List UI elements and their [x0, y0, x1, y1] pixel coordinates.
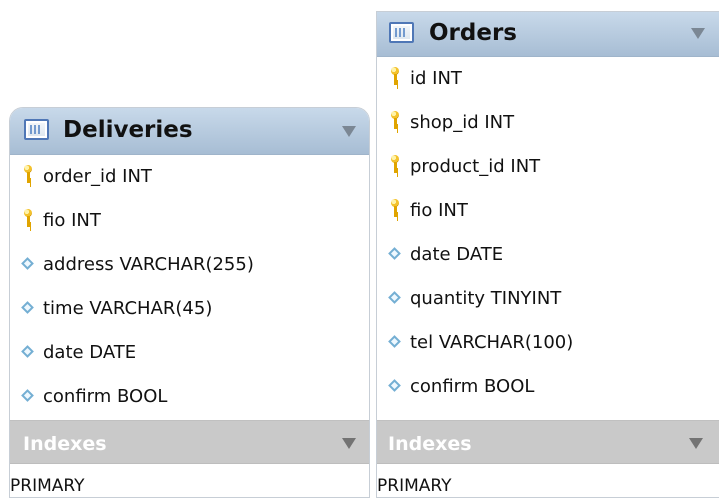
column-row[interactable]: address VARCHAR(255) [10, 243, 369, 287]
column-label: quantity TINYINT [410, 288, 562, 309]
column-row[interactable]: quantity TINYINT [377, 277, 719, 321]
column-label: confirm BOOL [410, 376, 535, 397]
column-label: id INT [410, 68, 462, 89]
index-name: PRIMARY [377, 476, 452, 496]
column-row[interactable]: id INT [377, 57, 719, 101]
orders-table[interactable]: Orders id INT shop_id INT product_id INT… [376, 11, 719, 498]
orders-table-title: Orders [429, 20, 517, 46]
column-row[interactable]: confirm BOOL [377, 365, 719, 409]
deliveries-column-list: order_id INT fio INT address VARCHAR(255… [10, 155, 369, 419]
column-label: address VARCHAR(255) [43, 254, 254, 275]
collapse-arrow-icon[interactable] [342, 126, 356, 137]
index-name: PRIMARY [10, 476, 85, 496]
column-label: time VARCHAR(45) [43, 298, 213, 319]
primary-key-icon [391, 199, 399, 222]
primary-key-icon [24, 209, 32, 232]
primary-key-icon [391, 155, 399, 178]
table-icon [389, 22, 414, 43]
column-row[interactable]: date DATE [377, 233, 719, 277]
deliveries-table-title: Deliveries [63, 117, 193, 143]
diamond-column-icon [21, 345, 34, 358]
deliveries-table[interactable]: Deliveries order_id INT fio INT address … [9, 107, 370, 498]
orders-indexes-header[interactable]: Indexes [377, 420, 719, 464]
indexes-label: Indexes [23, 433, 107, 455]
column-label: fio INT [410, 200, 468, 221]
primary-key-icon [24, 165, 32, 188]
column-label: fio INT [43, 210, 101, 231]
diamond-column-icon [388, 379, 401, 392]
collapse-arrow-icon[interactable] [689, 438, 703, 449]
deliveries-table-header[interactable]: Deliveries [10, 108, 369, 155]
column-row[interactable]: order_id INT [10, 155, 369, 199]
column-row[interactable]: fio INT [377, 189, 719, 233]
orders-column-list: id INT shop_id INT product_id INT fio IN… [377, 57, 719, 409]
deliveries-indexes-header[interactable]: Indexes [10, 420, 369, 464]
collapse-arrow-icon[interactable] [342, 438, 356, 449]
column-row[interactable]: fio INT [10, 199, 369, 243]
table-icon [24, 119, 49, 140]
diamond-column-icon [21, 257, 34, 270]
column-row[interactable]: confirm BOOL [10, 375, 369, 419]
diamond-column-icon [388, 335, 401, 348]
column-label: date DATE [410, 244, 504, 265]
column-row[interactable]: time VARCHAR(45) [10, 287, 369, 331]
diamond-column-icon [388, 247, 401, 260]
diamond-column-icon [388, 291, 401, 304]
orders-table-header[interactable]: Orders [377, 12, 719, 57]
collapse-arrow-icon[interactable] [691, 28, 705, 39]
index-row[interactable]: PRIMARY [10, 464, 369, 497]
column-label: confirm BOOL [43, 386, 168, 407]
primary-key-icon [391, 111, 399, 134]
column-label: date DATE [43, 342, 137, 363]
column-row[interactable]: tel VARCHAR(100) [377, 321, 719, 365]
index-row[interactable]: PRIMARY [377, 464, 719, 497]
column-row[interactable]: product_id INT [377, 145, 719, 189]
column-row[interactable]: shop_id INT [377, 101, 719, 145]
primary-key-icon [391, 67, 399, 90]
indexes-label: Indexes [388, 433, 472, 455]
column-label: order_id INT [43, 166, 152, 187]
column-label: tel VARCHAR(100) [410, 332, 574, 353]
column-label: product_id INT [410, 156, 541, 177]
diamond-column-icon [21, 389, 34, 402]
diamond-column-icon [21, 301, 34, 314]
column-row[interactable]: date DATE [10, 331, 369, 375]
column-label: shop_id INT [410, 112, 515, 133]
